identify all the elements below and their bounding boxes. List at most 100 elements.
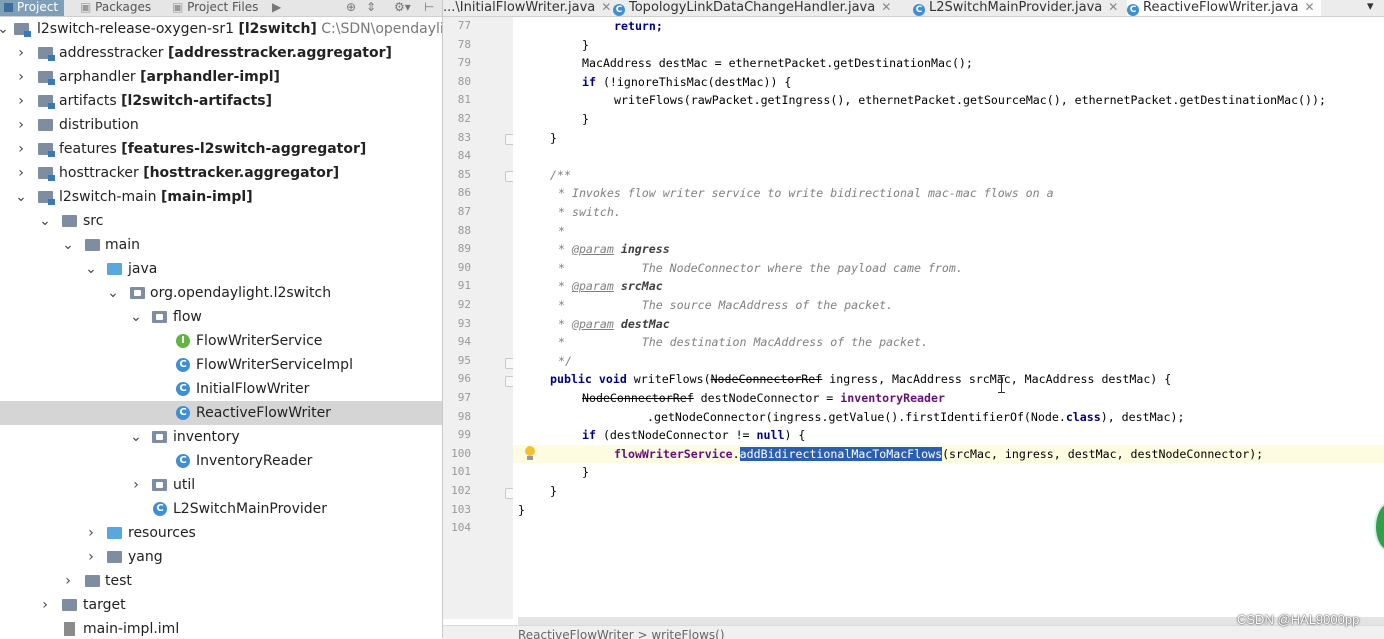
tree-item-main[interactable]: ⌄ main: [0, 233, 442, 257]
line-number: 100: [451, 446, 471, 460]
gear-icon[interactable]: ⚙▾: [394, 0, 411, 14]
code-line-83: }: [550, 130, 557, 145]
class-icon: C: [176, 406, 190, 420]
next-tab-icon[interactable]: ▶: [272, 0, 281, 14]
chevron-right-icon[interactable]: ›: [14, 137, 28, 161]
tree-item-distribution[interactable]: › distribution: [0, 113, 442, 137]
tree-item-l2switchmainprovider[interactable]: C L2SwitchMainProvider: [0, 497, 442, 521]
tree-item-java[interactable]: ⌄ java: [0, 257, 442, 281]
line-number: 77: [457, 19, 471, 32]
tab-topologylinkdatachangehandler[interactable]: C TopologyLinkDataChangeHandler.java ✕: [613, 0, 897, 16]
tree-item-initialflowwriter[interactable]: C InitialFlowWriter: [0, 377, 442, 401]
line-number: 99: [457, 428, 471, 442]
folder-icon: [85, 239, 100, 251]
tree-item-features[interactable]: › features [features-l2switch-aggregator…: [0, 137, 442, 161]
tab-packages[interactable]: ▣ Packages: [80, 0, 151, 16]
tree-item-flowwriterservice[interactable]: I FlowWriterService: [0, 329, 442, 353]
watermark: CSDN @HAL9000pp: [1237, 612, 1360, 627]
class-icon: C: [913, 4, 925, 16]
line-number: 96: [457, 372, 471, 386]
code-line-80: if (!ignoreThisMac(destMac)) {: [582, 74, 792, 89]
chevron-down-icon[interactable]: ⌄: [129, 305, 143, 329]
tree-item-resources[interactable]: › resources: [0, 521, 442, 545]
chevron-down-icon[interactable]: ⌄: [0, 17, 10, 41]
class-icon: C: [176, 454, 190, 468]
code-line-81: writeFlows(rawPacket.getIngress(), ether…: [614, 93, 1326, 108]
tree-item-flowwriterserviceimpl[interactable]: C FlowWriterServiceImpl: [0, 353, 442, 377]
tree-item-l2switch-root[interactable]: ⌄ l2switch-release-oxygen-sr1 [l2switch]…: [0, 17, 442, 41]
tree-item-artifacts[interactable]: › artifacts [l2switch-artifacts]: [0, 89, 442, 113]
tree-item-reactiveflowwriter[interactable]: C ReactiveFlowWriter: [0, 401, 442, 425]
chevron-right-icon[interactable]: ›: [84, 545, 98, 569]
tree-item-util[interactable]: › util: [0, 473, 442, 497]
tree-item-flow[interactable]: ⌄ flow: [0, 305, 442, 329]
collapse-icon[interactable]: ⇕: [366, 0, 376, 14]
chevron-right-icon[interactable]: ›: [14, 65, 28, 89]
tree-item-arphandler[interactable]: › arphandler [arphandler-impl]: [0, 65, 442, 89]
chevron-down-icon[interactable]: ⌄: [61, 233, 75, 257]
code-line-78: }: [582, 37, 589, 52]
close-icon[interactable]: ✕: [1304, 0, 1314, 14]
module-folder-icon: [38, 95, 55, 109]
line-number: 97: [457, 391, 471, 404]
chevron-down-icon[interactable]: ⌄: [38, 209, 52, 233]
tree-item-hosttracker[interactable]: › hosttracker [hosttracker.aggregator]: [0, 161, 442, 185]
tree-item-yang[interactable]: › yang: [0, 545, 442, 569]
close-icon[interactable]: ✕: [601, 0, 611, 14]
tree-item-src[interactable]: ⌄ src: [0, 209, 442, 233]
chevron-right-icon[interactable]: ›: [14, 161, 28, 185]
text-cursor-icon: [998, 375, 1006, 393]
tab-reactiveflowwriter[interactable]: C ReactiveFlowWriter.java ✕: [1127, 0, 1321, 16]
line-number: 93: [457, 316, 471, 330]
tab-initialflowwriter[interactable]: ...\InitialFlowWriter.java ✕: [443, 0, 617, 16]
chevron-down-icon[interactable]: ⌄: [14, 185, 28, 209]
tab-l2switchmainprovider[interactable]: C L2SwitchMainProvider.java ✕: [913, 0, 1124, 16]
tab-list-dropdown[interactable]: ▾: [1367, 0, 1380, 16]
code-editor[interactable]: return; } MacAddress destMac = ethernetP…: [513, 17, 1384, 619]
tab-project-files[interactable]: ▣ Project Files: [172, 0, 258, 16]
chevron-right-icon[interactable]: ›: [38, 593, 52, 617]
globe-icon[interactable]: ⊕: [346, 0, 356, 14]
package-icon: [152, 311, 167, 323]
code-line-79: MacAddress destMac = ethernetPacket.getD…: [582, 56, 973, 71]
line-number: 104: [451, 521, 471, 535]
chevron-right-icon[interactable]: ›: [14, 89, 28, 113]
chevron-right-icon[interactable]: ›: [14, 113, 28, 137]
code-line-102: }: [550, 484, 557, 498]
close-icon[interactable]: ✕: [1108, 0, 1118, 14]
chevron-right-icon[interactable]: ›: [14, 41, 28, 65]
source-folder-icon: [107, 263, 122, 275]
tree-item-main-impl-iml[interactable]: main-impl.iml: [0, 617, 442, 638]
line-number: 98: [457, 409, 471, 423]
chevron-right-icon[interactable]: ›: [129, 473, 143, 497]
project-icon: [4, 3, 13, 12]
tree-item-org-opendaylight-l2switch[interactable]: ⌄ org.opendaylight.l2switch: [0, 281, 442, 305]
class-icon: C: [153, 502, 167, 516]
tree-item-addresstracker[interactable]: › addresstracker [addresstracker.aggrega…: [0, 41, 442, 65]
tab-project[interactable]: Project: [0, 0, 65, 16]
tree-item-inventoryreader[interactable]: C InventoryReader: [0, 449, 442, 473]
chevron-down-icon[interactable]: ⌄: [106, 281, 120, 305]
code-line-77: return;: [614, 19, 663, 33]
code-line-94: * The destination MacAddress of the pack…: [558, 335, 928, 350]
folder-icon: [62, 599, 77, 611]
hide-icon[interactable]: ⊢: [424, 0, 434, 14]
tree-item-inventory[interactable]: ⌄ inventory: [0, 425, 442, 449]
chevron-down-icon[interactable]: ⌄: [84, 257, 98, 281]
close-icon[interactable]: ✕: [881, 0, 891, 14]
chevron-down-icon[interactable]: ⌄: [129, 425, 143, 449]
tree-item-l2switch-main[interactable]: ⌄ l2switch-main [main-impl]: [0, 185, 442, 209]
project-panel: Project ▣ Packages ▣ Project Files ▶ ⊕ ⇕…: [0, 0, 442, 638]
breadcrumb[interactable]: ReactiveFlowWriter > writeFlows(): [443, 625, 1384, 639]
line-number: 103: [451, 502, 471, 516]
line-number: 94: [457, 335, 471, 349]
chevron-right-icon[interactable]: ›: [61, 569, 75, 593]
line-number: 88: [457, 223, 471, 237]
line-number: 84: [457, 149, 471, 163]
tree-item-test[interactable]: › test: [0, 569, 442, 593]
chevron-right-icon[interactable]: ›: [84, 521, 98, 545]
folder-icon: [38, 119, 53, 131]
lightbulb-icon[interactable]: [523, 446, 537, 462]
tree-item-target[interactable]: › target: [0, 593, 442, 617]
package-icon: [152, 431, 167, 443]
